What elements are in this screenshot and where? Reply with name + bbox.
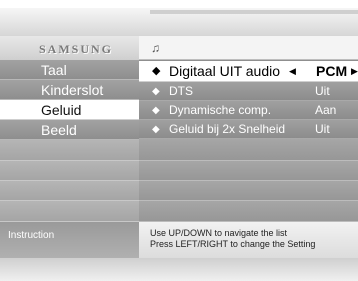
option-value: PCM bbox=[316, 63, 348, 79]
sidebar-item-label: Beeld bbox=[41, 122, 77, 138]
sidebar-item-label: Geluid bbox=[41, 102, 82, 118]
options-empty-row bbox=[139, 181, 358, 201]
option-value: Uit bbox=[315, 84, 330, 98]
sidebar-item-taal[interactable]: Taal bbox=[0, 60, 139, 80]
header-bar bbox=[139, 36, 358, 60]
diamond-bullet-icon: ◆ bbox=[152, 124, 160, 135]
instruction-line-2: Press LEFT/RIGHT to change the Setting bbox=[150, 239, 316, 249]
sidebar-item-kinderslot[interactable]: Kinderslot bbox=[0, 80, 139, 100]
option-value: Aan bbox=[315, 103, 337, 117]
sidebar-item-label: Kinderslot bbox=[41, 82, 104, 98]
option-row-dts[interactable]: ◆ DTS Uit bbox=[139, 82, 358, 101]
sidebar-empty-row bbox=[0, 201, 139, 222]
options-empty-row bbox=[139, 201, 358, 222]
option-value: Uit bbox=[315, 122, 330, 136]
option-label: Geluid bij 2x Snelheid bbox=[169, 122, 286, 136]
sidebar-item-beeld[interactable]: Beeld bbox=[0, 120, 139, 140]
options-empty-row bbox=[139, 139, 358, 161]
options-empty-row bbox=[139, 161, 358, 181]
dvd-setup-menu: SAMSUNG ♫ Taal Kinderslot Geluid Beeld ◆… bbox=[0, 0, 358, 281]
option-row-digital-out[interactable]: ◆ Digitaal UIT audio ◀ PCM ▶ bbox=[139, 61, 358, 82]
music-note-icon: ♫ bbox=[151, 41, 160, 55]
option-label: Digitaal UIT audio bbox=[169, 63, 281, 79]
option-row-dynamic-comp[interactable]: ◆ Dynamische comp. Aan bbox=[139, 101, 358, 120]
sidebar-empty-row bbox=[0, 181, 139, 201]
diamond-bullet-icon: ◆ bbox=[152, 65, 161, 77]
brand-logo: SAMSUNG bbox=[39, 42, 114, 56]
arrow-left-icon[interactable]: ◀ bbox=[289, 61, 296, 82]
option-row-speed-sound[interactable]: ◆ Geluid bij 2x Snelheid Uit bbox=[139, 120, 358, 139]
sidebar-empty-row bbox=[0, 161, 139, 181]
option-label: Dynamische comp. bbox=[169, 103, 272, 117]
arrow-right-icon[interactable]: ▶ bbox=[351, 61, 358, 82]
sidebar-item-label: Taal bbox=[41, 62, 67, 78]
top-bar-accent bbox=[150, 10, 358, 14]
instruction-line-1: Use UP/DOWN to navigate the list bbox=[150, 228, 288, 238]
option-label: DTS bbox=[169, 84, 193, 98]
sidebar-empty-row bbox=[0, 140, 139, 161]
diamond-bullet-icon: ◆ bbox=[152, 86, 160, 97]
instruction-label: Instruction bbox=[8, 230, 55, 241]
sidebar-item-geluid[interactable]: Geluid bbox=[0, 100, 139, 120]
bottom-bar bbox=[0, 258, 358, 281]
diamond-bullet-icon: ◆ bbox=[152, 105, 160, 116]
